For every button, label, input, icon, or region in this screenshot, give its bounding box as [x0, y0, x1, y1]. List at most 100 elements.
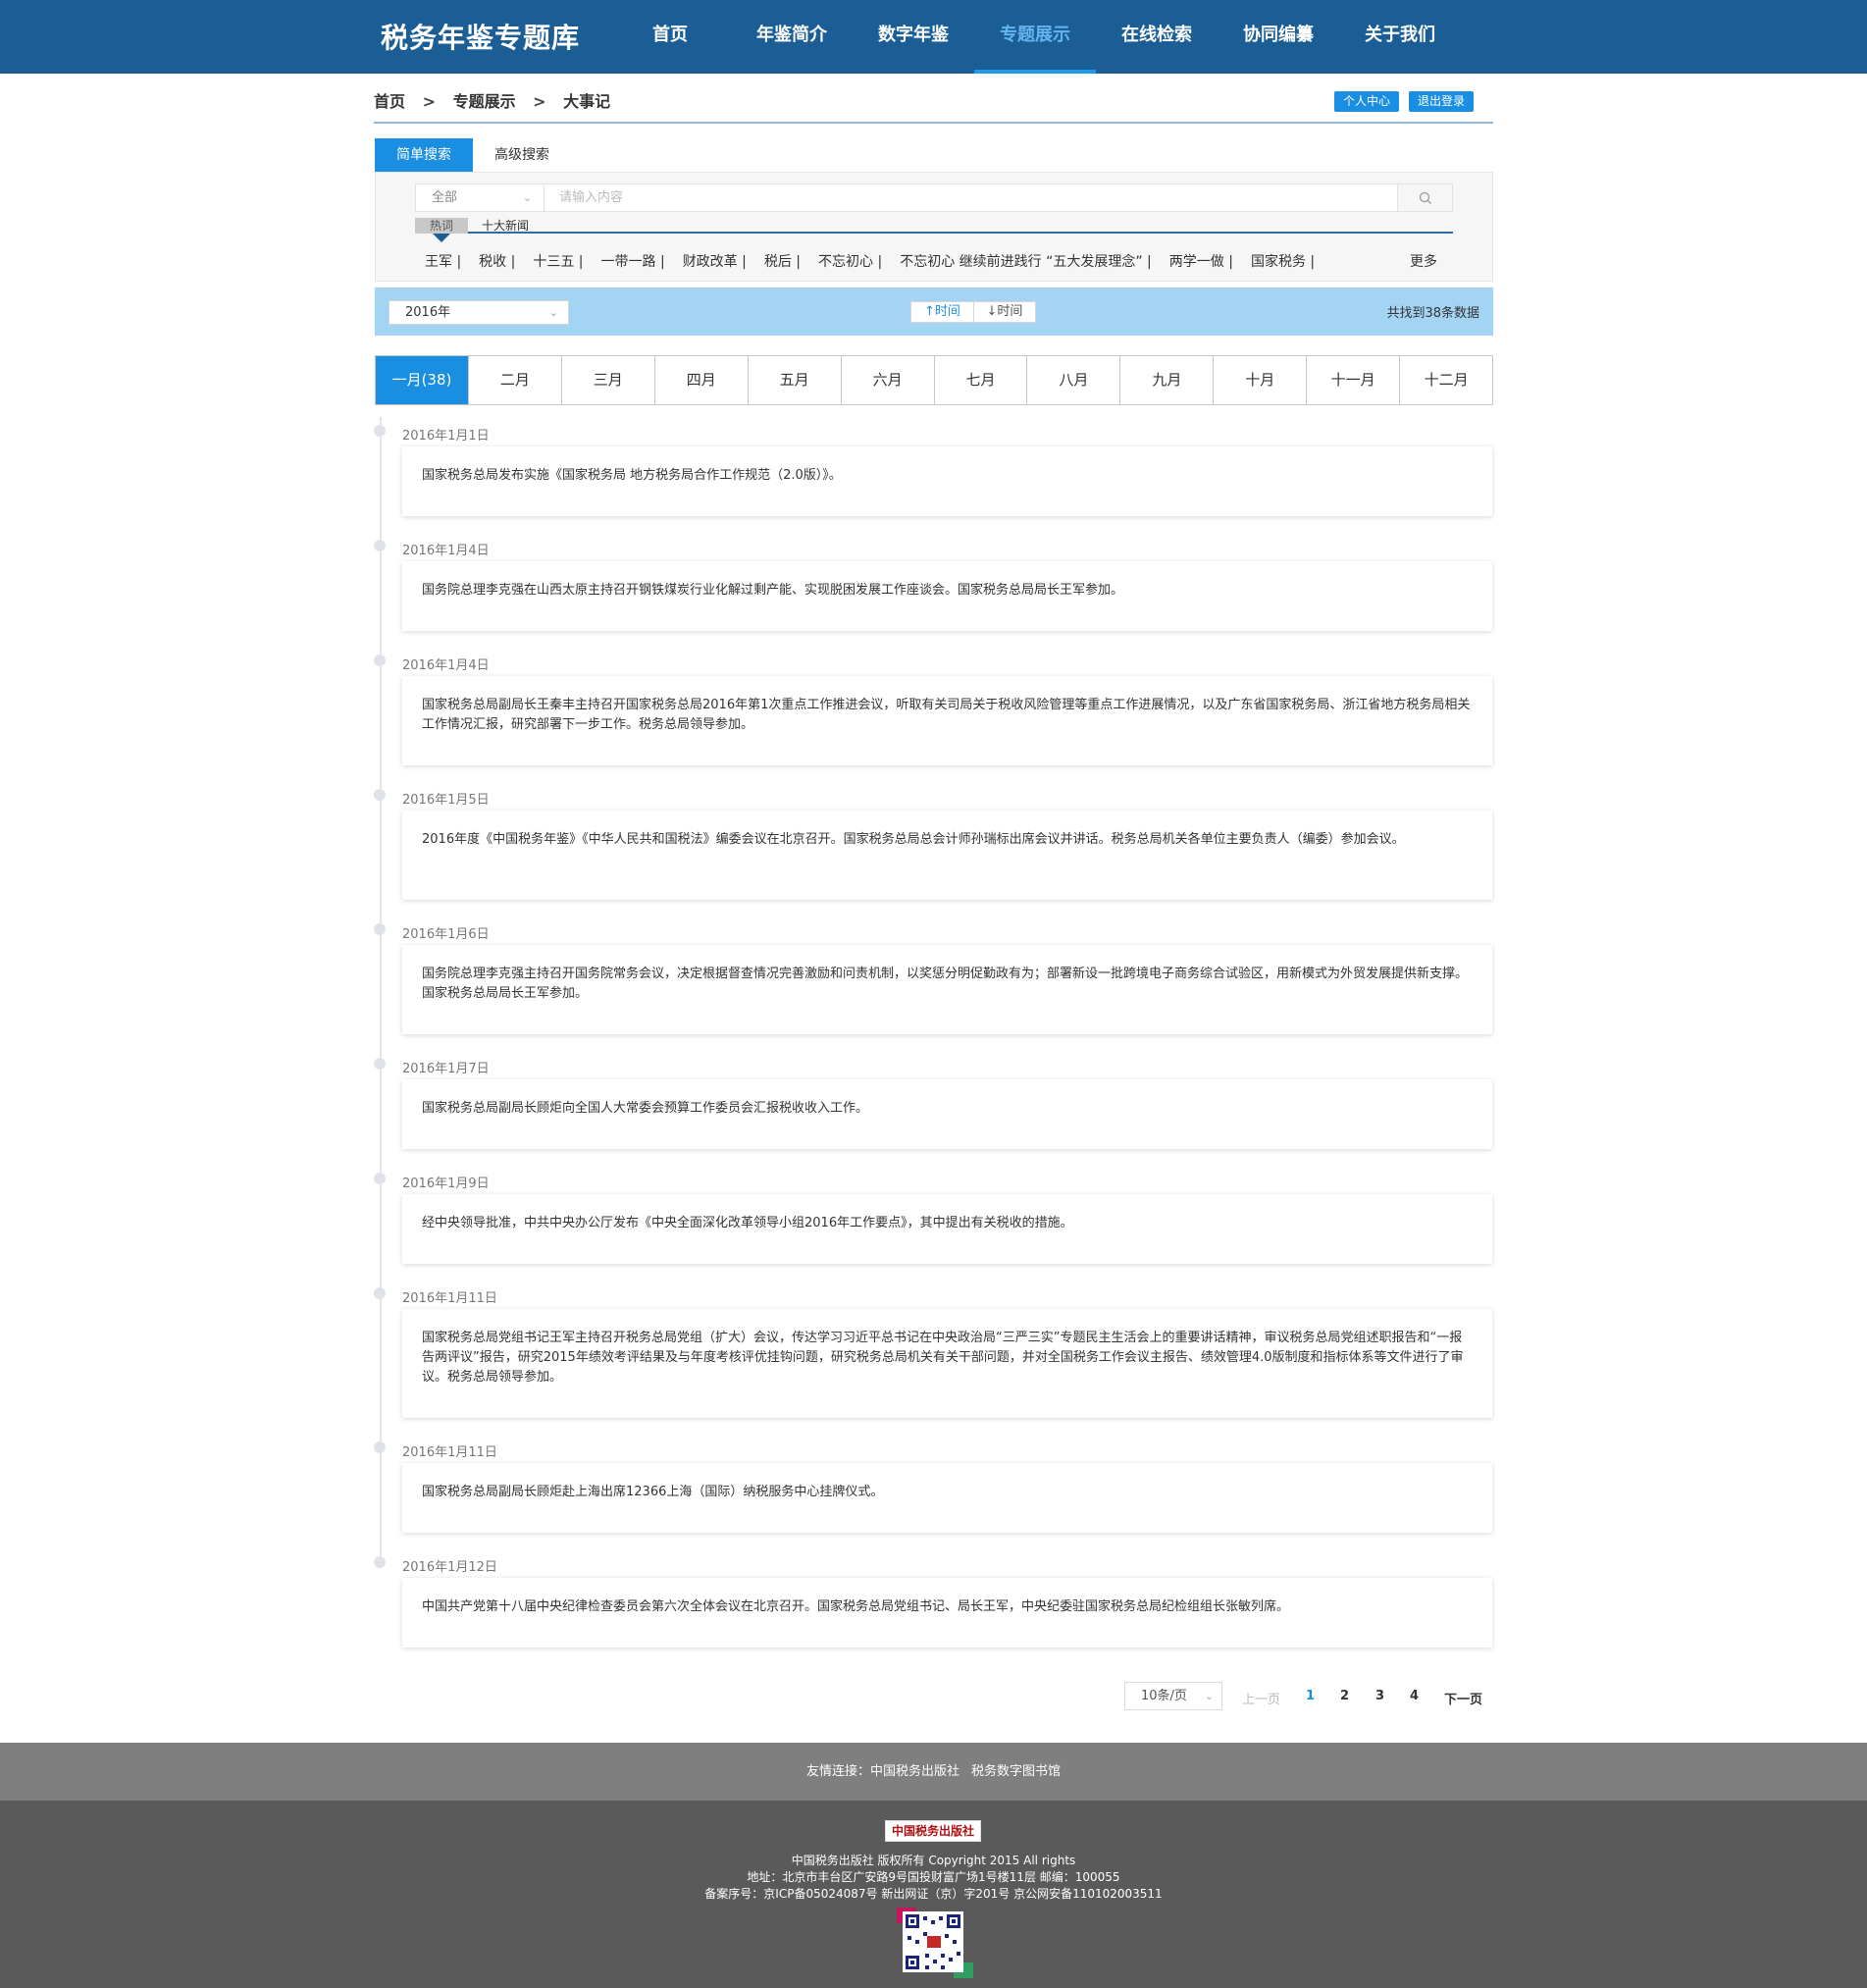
footer: 中国税务出版社 中国税务出版社 版权所有 Copyright 2015 All …: [0, 1801, 1867, 1988]
event-date: 2016年1月11日: [402, 1445, 497, 1460]
next-page-button[interactable]: 下一页: [1444, 1689, 1482, 1707]
breadcrumb-separator: >: [533, 92, 546, 111]
breadcrumb-row: 首页 > 专题展示 > 大事记 个人中心 退出登录: [374, 88, 1493, 124]
search-button[interactable]: [1397, 184, 1452, 211]
timeline-dot: [374, 789, 386, 801]
tab-month-jan[interactable]: 一月(38): [376, 356, 468, 404]
hot-word[interactable]: 不忘初心 |: [818, 254, 882, 270]
event-card: 国家税务总局党组书记王军主持召开税务总局党组（扩大）会议，传达学习习近平总书记在…: [402, 1309, 1492, 1418]
tab-month-feb[interactable]: 二月: [467, 356, 561, 404]
friendly-link[interactable]: 税务数字图书馆: [971, 1764, 1061, 1779]
search-tabs: 简单搜索 高级搜索: [375, 138, 571, 172]
hot-tabs: 热词 十大新闻: [415, 218, 1453, 242]
nav-digital-yearbook[interactable]: 数字年鉴: [853, 0, 974, 74]
result-count: 共找到38条数据: [1386, 306, 1479, 321]
tab-month-dec[interactable]: 十二月: [1399, 356, 1492, 404]
tab-month-sep[interactable]: 九月: [1119, 356, 1213, 404]
nav-yearbook-intro[interactable]: 年鉴简介: [731, 0, 853, 74]
page-2-button[interactable]: 2: [1340, 1689, 1349, 1703]
chevron-down-icon: ⌄: [522, 191, 532, 204]
timeline-dot: [374, 1287, 386, 1299]
tab-month-mar[interactable]: 三月: [560, 356, 654, 404]
timeline-dot: [374, 1556, 386, 1568]
sort-time-desc-button[interactable]: ↓时间: [972, 302, 1035, 322]
prev-page-button[interactable]: 上一页: [1242, 1689, 1280, 1707]
tab-advanced-search[interactable]: 高级搜索: [473, 138, 571, 172]
nav-online-search[interactable]: 在线检索: [1096, 0, 1218, 74]
event-card: 国务院总理李克强主持召开国务院常务会议，决定根据督查情况完善激励和问责机制，以奖…: [402, 945, 1492, 1034]
event-date: 2016年1月6日: [402, 927, 490, 942]
tab-month-nov[interactable]: 十一月: [1306, 356, 1399, 404]
nav-about-us[interactable]: 关于我们: [1339, 0, 1461, 74]
event-card: 中国共产党第十八届中央纪律检查委员会第六次全体会议在北京召开。国家税务总局党组书…: [402, 1578, 1492, 1648]
breadcrumb-home[interactable]: 首页: [374, 92, 405, 111]
chevron-down-icon: ⌄: [1204, 1690, 1214, 1702]
sort-time-asc-button[interactable]: ↑时间: [911, 302, 973, 322]
timeline-dot: [374, 923, 386, 935]
sort-toggle: ↑时间 ↓时间: [910, 301, 1036, 323]
hot-word[interactable]: 不忘初心 继续前进践行 “五大发展理念” |: [900, 254, 1152, 270]
event-card: 国家税务总局副局长王秦丰主持召开国家税务总局2016年第1次重点工作推进会议，听…: [402, 676, 1492, 765]
filter-bar: 2016年 ⌄ ↑时间 ↓时间 共找到38条数据: [375, 288, 1493, 336]
tab-top-news[interactable]: 十大新闻: [482, 218, 529, 234]
timeline-dot: [374, 1173, 386, 1184]
breadcrumb-current: 大事记: [563, 92, 611, 111]
page-3-button[interactable]: 3: [1375, 1689, 1384, 1703]
timeline-line: [380, 417, 382, 1565]
timeline-dot: [374, 654, 386, 666]
logout-button[interactable]: 退出登录: [1409, 91, 1475, 112]
nav-topics[interactable]: 专题展示: [974, 0, 1096, 74]
tab-hot-words[interactable]: 热词: [415, 218, 468, 234]
page-1-button[interactable]: 1: [1306, 1689, 1315, 1703]
site-logo[interactable]: 税务年鉴专题库: [381, 17, 580, 56]
year-select[interactable]: 2016年 ⌄: [389, 300, 569, 325]
timeline-dot: [374, 1441, 386, 1453]
tab-month-aug[interactable]: 八月: [1026, 356, 1119, 404]
event-card: 经中央领导批准，中共中央办公厅发布《中央全面深化改革领导小组2016年工作要点》…: [402, 1194, 1492, 1264]
top-navigation-bar: 税务年鉴专题库 首页 年鉴简介 数字年鉴 专题展示 在线检索 协同编纂 关于我们: [0, 0, 1867, 74]
hot-word[interactable]: 十三五 |: [533, 254, 583, 270]
search-box: 全部 ⌄: [415, 183, 1453, 212]
tab-month-apr[interactable]: 四月: [653, 356, 748, 404]
page-size-select[interactable]: 10条/页 ⌄: [1124, 1682, 1222, 1710]
nav-home[interactable]: 首页: [609, 0, 731, 74]
chevron-down-icon: ⌄: [548, 306, 558, 319]
event-date: 2016年1月4日: [402, 544, 490, 558]
event-card: 2016年度《中国税务年鉴》《中华人民共和国税法》编委会议在北京召开。国家税务总…: [402, 811, 1492, 900]
hot-word[interactable]: 王军 |: [425, 254, 461, 270]
event-card: 国家税务总局发布实施《国家税务局 地方税务局合作工作规范（2.0版）》。: [402, 446, 1492, 516]
nav-collaborative-editing[interactable]: 协同编纂: [1218, 0, 1339, 74]
more-link[interactable]: 更多: [1410, 251, 1437, 271]
friendly-link[interactable]: 中国税务出版社: [870, 1764, 959, 1779]
tab-month-may[interactable]: 五月: [747, 356, 841, 404]
tab-month-jun[interactable]: 六月: [840, 356, 934, 404]
hot-word[interactable]: 税后 |: [764, 254, 801, 270]
tab-simple-search[interactable]: 简单搜索: [375, 138, 473, 172]
qr-code-icon: [897, 1908, 973, 1978]
search-scope-select[interactable]: 全部 ⌄: [416, 184, 545, 211]
hot-word[interactable]: 一带一路 |: [601, 254, 665, 270]
search-input[interactable]: [545, 184, 1399, 211]
breadcrumb-topics[interactable]: 专题展示: [453, 92, 516, 111]
search-icon: [1419, 191, 1431, 204]
event-date: 2016年1月1日: [402, 429, 490, 444]
timeline-dot: [374, 425, 386, 437]
friendly-links-label: 友情连接：: [805, 1764, 870, 1779]
year-value: 2016年: [405, 305, 451, 320]
address-text: 地址：北京市丰台区广安路9号国投财富广场1号楼11层 邮编：100055: [747, 1870, 1120, 1884]
event-card: 国务院总理李克强在山西太原主持召开钢铁煤炭行业化解过剩产能、实现脱困发展工作座谈…: [402, 561, 1492, 631]
tab-month-jul[interactable]: 七月: [933, 356, 1027, 404]
tab-month-oct[interactable]: 十月: [1213, 356, 1306, 404]
page-4-button[interactable]: 4: [1410, 1689, 1419, 1703]
hot-word[interactable]: 国家税务 |: [1251, 254, 1315, 270]
page-size-value: 10条/页: [1141, 1689, 1187, 1703]
user-center-button[interactable]: 个人中心: [1334, 91, 1400, 112]
month-tabs: 一月(38) 二月 三月 四月 五月 六月 七月 八月 九月 十月 十一月 十二…: [375, 355, 1493, 405]
event-date: 2016年1月9日: [402, 1177, 490, 1191]
hot-word[interactable]: 税收 |: [479, 254, 515, 270]
event-date: 2016年1月5日: [402, 793, 490, 808]
search-panel: 全部 ⌄ 热词 十大新闻 王军 | 税收 | 十三五 | 一带一路 | 财政改革 | 税后…: [375, 172, 1493, 282]
hot-word[interactable]: 两学一做 |: [1169, 254, 1233, 270]
breadcrumb-separator: >: [422, 92, 436, 111]
hot-word[interactable]: 财政改革 |: [683, 254, 747, 270]
